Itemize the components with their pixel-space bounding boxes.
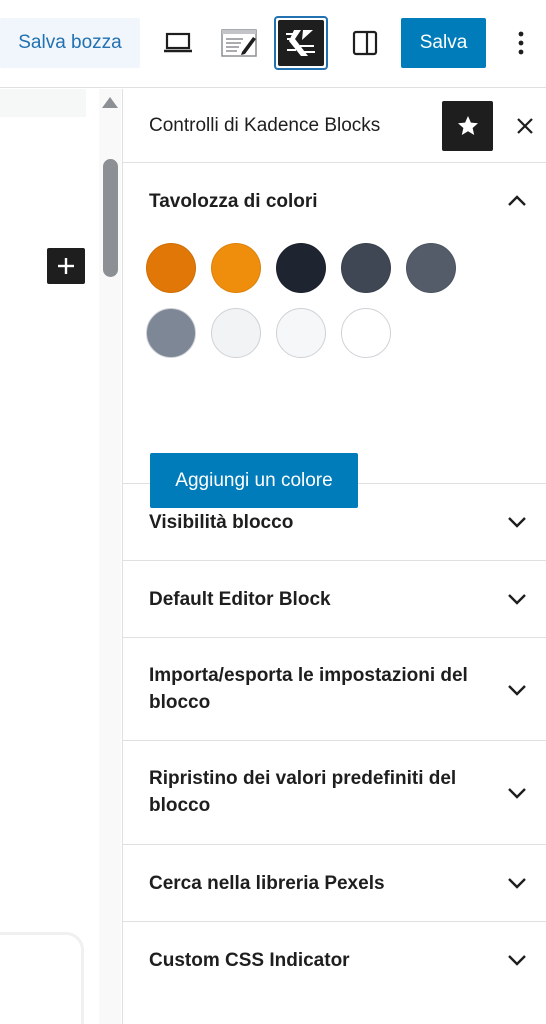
color-swatch[interactable]: [406, 243, 456, 293]
panel-label: Visibilità blocco: [149, 512, 294, 533]
chevron-up-icon[interactable]: [505, 189, 529, 213]
panel-label: Custom CSS Indicator: [149, 950, 350, 971]
panel-label: Default Editor Block: [149, 589, 331, 610]
canvas-block-card[interactable]: [0, 932, 84, 1024]
color-swatch[interactable]: [211, 308, 261, 358]
panel-block-visibility[interactable]: Visibilità blocco: [123, 484, 546, 561]
kadence-controls-button[interactable]: [274, 16, 328, 70]
panel-import-export[interactable]: Importa/esporta le impostazioni del bloc…: [123, 638, 546, 741]
sidebar-toggle-icon: [352, 30, 378, 56]
preview-icon: [221, 29, 257, 57]
chevron-down-icon: [505, 510, 529, 534]
panel-label: Cerca nella libreria Pexels: [149, 873, 385, 894]
canvas-block-bar: [0, 89, 86, 117]
sidebar-header: Controlli di Kadence Blocks: [123, 89, 546, 163]
panel-custom-css[interactable]: Custom CSS Indicator: [123, 922, 546, 999]
preview-button[interactable]: [213, 16, 267, 70]
color-swatch[interactable]: [341, 243, 391, 293]
panel-reset-defaults[interactable]: Ripristino dei valori predefiniti del bl…: [123, 741, 546, 845]
color-swatch[interactable]: [146, 308, 196, 358]
chevron-down-icon: [505, 587, 529, 611]
scroll-up-arrow-icon[interactable]: [102, 97, 118, 108]
color-swatch[interactable]: [276, 243, 326, 293]
kadence-icon: [286, 30, 315, 56]
save-draft-button[interactable]: Salva bozza: [0, 18, 140, 68]
color-swatch[interactable]: [341, 308, 391, 358]
more-options-icon: [518, 31, 524, 55]
palette-panel: Tavolozza di colori Aggiungi un colore: [123, 163, 546, 508]
sidebar-title: Controlli di Kadence Blocks: [149, 115, 381, 136]
desktop-preview-icon: [164, 32, 192, 53]
pin-favorite-button[interactable]: [442, 101, 493, 151]
panel-label: Ripristino dei valori predefiniti del bl…: [149, 768, 457, 816]
panel-pexels-search[interactable]: Cerca nella libreria Pexels: [123, 845, 546, 922]
palette-panel-toggle[interactable]: Tavolozza di colori: [149, 191, 318, 213]
editor-toolbar: Salva bozza Salva: [0, 0, 546, 88]
color-swatch[interactable]: [276, 308, 326, 358]
save-button[interactable]: Salva: [401, 18, 486, 68]
color-swatch[interactable]: [211, 243, 261, 293]
editor-canvas: [0, 89, 122, 1024]
chevron-down-icon: [505, 871, 529, 895]
desktop-preview-button[interactable]: [151, 16, 205, 70]
settings-sidebar-button[interactable]: [338, 16, 392, 70]
star-icon: [457, 116, 478, 135]
chevron-down-icon: [505, 781, 529, 805]
plus-icon: [58, 258, 74, 274]
kadence-sidebar: Controlli di Kadence Blocks Tavolozza di…: [122, 89, 546, 1024]
panel-default-editor-block[interactable]: Default Editor Block: [123, 561, 546, 638]
scrollbar-thumb[interactable]: [103, 159, 118, 277]
color-swatch[interactable]: [146, 243, 196, 293]
chevron-down-icon: [505, 948, 529, 972]
more-options-button[interactable]: [500, 18, 542, 68]
close-icon: [517, 118, 533, 134]
close-sidebar-button[interactable]: [507, 101, 543, 151]
add-block-button[interactable]: [47, 248, 85, 284]
panel-label: Importa/esporta le impostazioni del bloc…: [149, 665, 468, 713]
chevron-down-icon: [505, 678, 529, 702]
